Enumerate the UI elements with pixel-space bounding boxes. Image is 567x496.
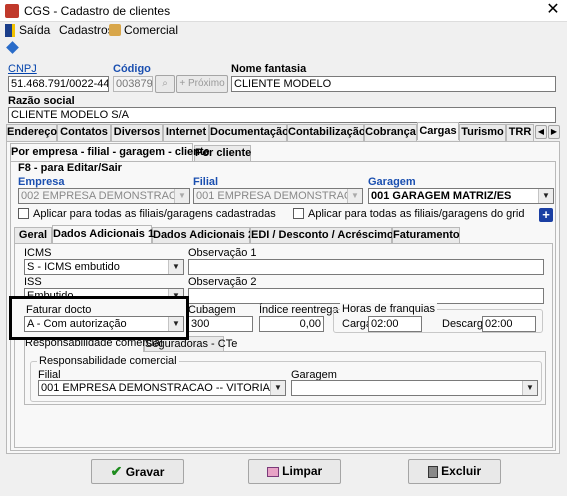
exit-icon <box>5 24 15 37</box>
dropdown-arrow-icon[interactable]: ▼ <box>168 260 183 274</box>
resp-group-label: Responsabilidade comercial <box>37 355 179 367</box>
dropdown-arrow-icon[interactable]: ▼ <box>538 189 553 203</box>
eraser-icon <box>266 466 279 477</box>
tab-cobranca[interactable]: Cobrança <box>364 124 417 141</box>
excluir-button[interactable]: Excluir <box>408 459 501 484</box>
aplicar-filiais-label: Aplicar para todas as filiais/garagens c… <box>33 208 276 220</box>
gravar-button[interactable]: ✔ Gravar <box>91 459 184 484</box>
gravar-label: Gravar <box>125 465 165 479</box>
icms-combo[interactable]: S - ICMS embutido ▼ <box>24 259 184 275</box>
subtab-por-empresa[interactable]: Por empresa - filial - garagem - cliente <box>10 143 210 161</box>
iss-label: ISS <box>24 276 42 288</box>
faturar-combo[interactable]: A - Com autorização ▼ <box>24 316 184 332</box>
binoculars-icon: ⌕ <box>162 78 168 89</box>
obs2-field[interactable] <box>188 288 544 304</box>
main-tab-row: Endereço Contatos Diversos Internet Docu… <box>6 122 562 141</box>
dropdown-arrow-icon[interactable]: ▼ <box>174 189 189 203</box>
empresa-label: Empresa <box>18 176 65 188</box>
icms-label: ICMS <box>24 247 52 259</box>
title-bar: CGS - Cadastro de clientes ✕ <box>0 0 567 22</box>
dropdown-arrow-icon[interactable]: ▼ <box>522 381 537 395</box>
f8-note: F8 - para Editar/Sair <box>18 162 122 174</box>
cubagem-label: Cubagem <box>188 304 236 316</box>
plus-icon: + <box>179 78 186 89</box>
nome-fantasia-field[interactable]: CLIENTE MODELO <box>231 76 556 92</box>
dropdown-arrow-icon[interactable]: ▼ <box>168 317 183 331</box>
refresh-icon[interactable] <box>6 41 19 54</box>
binoculars-button[interactable]: ⌕ <box>155 75 175 93</box>
tab-turismo[interactable]: Turismo <box>459 124 506 141</box>
cubagem-field[interactable]: 300 <box>188 316 253 332</box>
tab-scroll-right[interactable]: ▶ <box>548 125 560 139</box>
dropdown-arrow-icon[interactable]: ▼ <box>270 381 285 395</box>
proximo-label: Próximo <box>187 78 225 89</box>
tab-dados-adicionais-1[interactable]: Dados Adicionais 1 <box>52 225 154 243</box>
limpar-button[interactable]: Limpar <box>248 459 341 484</box>
garagem-combo[interactable]: 001 GARAGEM MATRIZ/ES ▼ <box>368 188 554 204</box>
razao-social-label: Razão social <box>8 95 75 107</box>
tab-scroll-left[interactable]: ◀ <box>535 125 547 139</box>
tab-contatos[interactable]: Contatos <box>57 124 111 141</box>
resp-garagem-combo[interactable]: ▼ <box>291 380 538 396</box>
menu-cadastros[interactable]: Cadastros <box>59 23 114 37</box>
filial-label: Filial <box>193 176 219 188</box>
aplicar-grid-label: Aplicar para todas as filiais/garagens d… <box>308 208 525 220</box>
filial-combo[interactable]: 001 EMPRESA DEMONSTRACAO ▼ <box>193 188 363 204</box>
menu-comercial[interactable]: Comercial <box>124 23 178 37</box>
codigo-field[interactable]: 003879 <box>113 76 153 92</box>
aplicar-grid-checkbox[interactable] <box>293 208 304 219</box>
tab-edi-desconto[interactable]: EDI / Desconto / Acréscimo <box>250 227 394 244</box>
obs2-label: Observação 2 <box>188 276 257 288</box>
check-icon: ✔ <box>110 463 123 479</box>
codigo-label: Código <box>113 63 151 75</box>
resp-filial-combo[interactable]: 001 EMPRESA DEMONSTRACAO -- VITORIA/ES ▼ <box>38 380 286 396</box>
indice-field[interactable]: 0,00 <box>259 316 324 332</box>
nome-fantasia-label: Nome fantasia <box>231 63 307 75</box>
tab-endereco[interactable]: Endereço <box>6 124 57 141</box>
obs1-label: Observação 1 <box>188 247 257 259</box>
tab-trr[interactable]: TRR <box>506 124 534 141</box>
faturar-value: A - Com autorização <box>27 318 127 330</box>
excluir-label: Excluir <box>441 464 482 478</box>
empresa-value: 002 EMPRESA DEMONSTRACAO <box>21 190 190 202</box>
icms-value: S - ICMS embutido <box>27 261 120 273</box>
faturar-label: Faturar docto <box>26 304 92 316</box>
descarga-field[interactable]: 02:00 <box>482 316 536 332</box>
razao-social-field[interactable]: CLIENTE MODELO S/A <box>8 107 556 123</box>
garagem-label: Garagem <box>368 176 416 188</box>
tab-geral[interactable]: Geral <box>14 227 52 244</box>
tab-contabilizacao[interactable]: Contabilização <box>287 124 366 141</box>
menu-saida[interactable]: Saída <box>19 23 50 37</box>
tab-dados-adicionais-2[interactable]: Dados Adicionais 2 <box>152 227 254 244</box>
trash-icon <box>427 465 438 478</box>
resp-filial-value: 001 EMPRESA DEMONSTRACAO -- VITORIA/ES <box>41 382 286 394</box>
obs1-field[interactable] <box>188 259 544 275</box>
indice-label: Índice reentrega <box>259 304 339 316</box>
window-title: CGS - Cadastro de clientes <box>24 4 171 18</box>
menu-bar: Saída Cadastros Comercial <box>0 22 567 40</box>
tab-internet[interactable]: Internet <box>163 124 209 141</box>
empresa-combo[interactable]: 002 EMPRESA DEMONSTRACAO ▼ <box>18 188 190 204</box>
carga-field[interactable]: 02:00 <box>368 316 422 332</box>
cnpj-field[interactable]: 51.468.791/0022-44 <box>8 76 109 92</box>
tab-cargas[interactable]: Cargas <box>417 122 459 140</box>
filial-value: 001 EMPRESA DEMONSTRACAO <box>196 190 363 202</box>
proximo-button[interactable]: + Próximo <box>176 75 228 93</box>
cnpj-label[interactable]: CNPJ <box>8 63 37 75</box>
aplicar-filiais-checkbox[interactable] <box>18 208 29 219</box>
add-button[interactable]: + <box>539 208 553 222</box>
garagem-value: 001 GARAGEM MATRIZ/ES <box>371 190 512 202</box>
close-button[interactable]: ✕ <box>543 1 563 19</box>
tab-documentacao[interactable]: Documentação <box>209 124 289 141</box>
commercial-icon <box>109 24 121 36</box>
limpar-label: Limpar <box>282 464 323 478</box>
tab-diversos[interactable]: Diversos <box>111 124 163 141</box>
horas-label: Horas de franquias <box>340 303 437 315</box>
tab-faturamento[interactable]: Faturamento <box>392 227 460 244</box>
app-icon <box>5 4 19 18</box>
dropdown-arrow-icon[interactable]: ▼ <box>347 189 362 203</box>
